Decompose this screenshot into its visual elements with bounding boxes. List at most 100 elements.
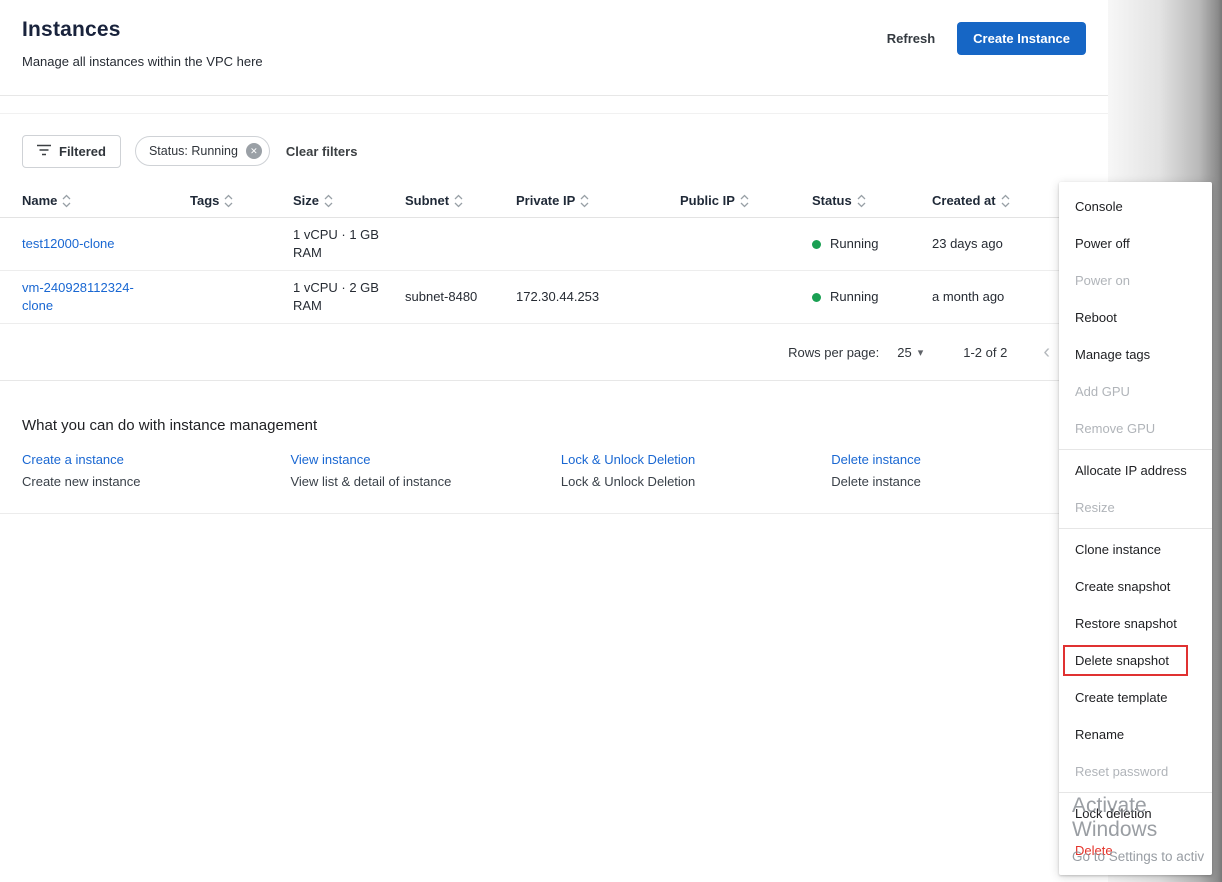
cell-private-ip: 172.30.44.253 (516, 289, 600, 304)
column-label: Size (293, 193, 320, 208)
info-link-block: Delete instance Delete instance (831, 452, 1086, 489)
menu-item-reboot[interactable]: Reboot (1059, 299, 1212, 336)
cell-size: 1 vCPU · 2 GB RAM (293, 279, 405, 315)
status-label: Running (830, 289, 879, 304)
sort-icon (324, 194, 333, 208)
filter-bar: Filtered Status: Running ✕ Clear filters (0, 134, 1108, 168)
menu-divider (1059, 449, 1212, 450)
rows-per-page-value: 25 (897, 344, 912, 360)
info-section: What you can do with instance management… (0, 399, 1108, 514)
menu-item-console[interactable]: Console (1059, 188, 1212, 225)
menu-item-delete[interactable]: Delete (1059, 832, 1212, 869)
filtered-button[interactable]: Filtered (22, 134, 121, 168)
filtered-button-label: Filtered (59, 143, 106, 159)
sort-icon (224, 194, 233, 208)
info-link-block: Lock & Unlock Deletion Lock & Unlock Del… (561, 452, 831, 489)
column-header-subnet[interactable]: Subnet (405, 193, 516, 208)
menu-item-add-gpu: Add GPU (1075, 384, 1130, 399)
column-label: Tags (190, 193, 220, 208)
column-header-size[interactable]: Size (293, 193, 405, 208)
instance-name-link[interactable]: vm-240928112324-clone (22, 279, 152, 315)
cell-status: Running (812, 235, 932, 253)
cell-name: test12000-clone (22, 235, 190, 253)
instances-table-card: Filtered Status: Running ✕ Clear filters… (0, 113, 1108, 381)
create-instance-button[interactable]: Create Instance (957, 22, 1086, 55)
sort-icon (62, 194, 71, 208)
menu-item-power-off[interactable]: Power off (1059, 225, 1212, 262)
view-instance-link[interactable]: View instance (290, 452, 560, 467)
menu-item-lock-deletion[interactable]: Lock deletion (1059, 795, 1212, 832)
menu-divider (1059, 792, 1212, 793)
sort-icon (580, 194, 589, 208)
header-actions: Refresh Create Instance (883, 22, 1086, 55)
column-header-private-ip[interactable]: Private IP (516, 193, 680, 208)
cell-name: vm-240928112324-clone (22, 279, 190, 315)
menu-item-allocate-ip-address[interactable]: Allocate IP address (1059, 452, 1212, 489)
link-description: Delete instance (831, 474, 921, 489)
info-link-block: Create a instance Create new instance (22, 452, 290, 489)
delete-instance-link[interactable]: Delete instance (831, 452, 1086, 467)
menu-item-create-template[interactable]: Create template (1059, 679, 1212, 716)
link-description: Create new instance (22, 474, 141, 489)
column-label: Public IP (680, 193, 735, 208)
instance-name-link[interactable]: test12000-clone (22, 235, 115, 253)
link-description: Lock & Unlock Deletion (560, 474, 696, 489)
info-link-block: View instance View list & detail of inst… (290, 452, 560, 489)
page-header: Instances Manage all instances within th… (0, 0, 1108, 96)
status-label: Running (830, 236, 879, 251)
menu-divider (1059, 528, 1212, 529)
column-label: Private IP (516, 193, 576, 208)
pagination-range: 1-2 of 2 (963, 344, 1008, 360)
menu-item-clone-instance[interactable]: Clone instance (1059, 531, 1212, 568)
table-row: test12000-clone 1 vCPU · 1 GB RAM Runnin… (0, 218, 1108, 271)
menu-item-manage-tags[interactable]: Manage tags (1059, 336, 1212, 373)
column-label: Status (812, 193, 852, 208)
size-text: 1 vCPU · 1 GB RAM (293, 227, 379, 260)
main-content: Instances Manage all instances within th… (0, 0, 1108, 514)
menu-item-power-on: Power on (1075, 273, 1130, 288)
cell-size: 1 vCPU · 1 GB RAM (293, 226, 405, 262)
instance-context-menu: Console Power off Power on Reboot Manage… (1059, 182, 1212, 875)
cell-subnet: subnet-8480 (405, 289, 478, 304)
chip-close-icon[interactable]: ✕ (245, 143, 262, 159)
menu-item-restore-snapshot[interactable]: Restore snapshot (1059, 605, 1212, 642)
menu-item-delete-snapshot[interactable]: Delete snapshot (1059, 642, 1212, 679)
column-label: Created at (932, 193, 996, 208)
column-label: Name (22, 193, 58, 208)
sort-icon (454, 194, 463, 208)
column-header-name[interactable]: Name (22, 193, 190, 208)
status-running-dot (812, 292, 821, 302)
menu-item-rename[interactable]: Rename (1059, 716, 1212, 753)
cell-status: Running (812, 288, 932, 306)
sort-icon (1001, 194, 1010, 208)
caret-down-icon: ▾ (917, 346, 924, 359)
link-description: View list & detail of instance (290, 474, 452, 489)
menu-item-remove-gpu: Remove GPU (1075, 421, 1156, 436)
refresh-button[interactable]: Refresh (883, 25, 939, 52)
menu-item-reset-password: Reset password (1075, 764, 1169, 779)
status-filter-chip-label: Status: Running (148, 144, 238, 158)
lock-unlock-deletion-link[interactable]: Lock & Unlock Deletion (561, 452, 831, 467)
column-header-tags[interactable]: Tags (190, 193, 293, 208)
sort-icon (740, 194, 749, 208)
sort-icon (857, 194, 866, 208)
pagination-bar: Rows per page: 25 ▾ 1-2 of 2 ‹ (0, 324, 1108, 380)
menu-item-resize: Resize (1075, 500, 1115, 515)
rows-per-page-label: Rows per page: (788, 344, 880, 360)
column-header-public-ip[interactable]: Public IP (680, 193, 812, 208)
clear-filters-button[interactable]: Clear filters (286, 144, 358, 159)
info-heading: What you can do with instance management (22, 417, 318, 434)
page-subtitle: Manage all instances within the VPC here (22, 54, 263, 69)
table-row: vm-240928112324-clone 1 vCPU · 2 GB RAM … (0, 271, 1108, 324)
column-header-status[interactable]: Status (812, 193, 932, 208)
chevron-left-icon[interactable]: ‹ (1043, 342, 1050, 362)
filter-icon (37, 144, 51, 159)
column-label: Subnet (405, 193, 450, 208)
rows-per-page-select[interactable]: 25 ▾ (897, 345, 923, 360)
table-header-row: Name Tags Size Subnet Private IP Public … (0, 184, 1108, 218)
menu-item-create-snapshot[interactable]: Create snapshot (1059, 568, 1212, 605)
create-instance-link[interactable]: Create a instance (22, 452, 290, 467)
info-links: Create a instance Create new instance Vi… (22, 452, 1086, 489)
status-filter-chip[interactable]: Status: Running ✕ (134, 136, 270, 166)
size-text: 1 vCPU · 2 GB RAM (293, 280, 379, 313)
